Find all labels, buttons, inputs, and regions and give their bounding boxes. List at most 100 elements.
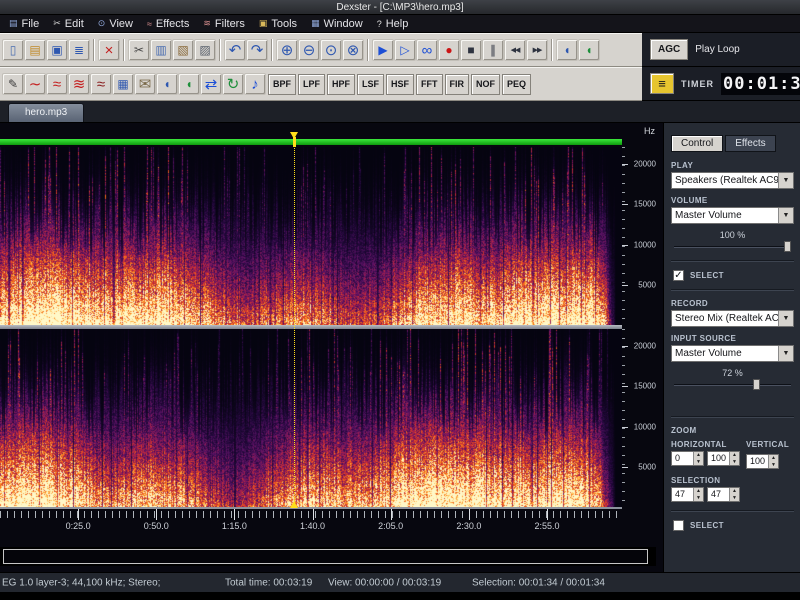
record-input-icon[interactable]: ◖ bbox=[156, 73, 178, 95]
playhead-line[interactable] bbox=[294, 139, 295, 507]
save-all-icon: ≣ bbox=[74, 44, 84, 56]
playhead-marker-bottom[interactable] bbox=[290, 501, 298, 508]
filter-lpf-button[interactable]: LPF bbox=[298, 74, 325, 95]
monitor-icon[interactable]: ◖ bbox=[178, 73, 200, 95]
timeline-ruler[interactable] bbox=[0, 511, 622, 518]
filter-hpf-button[interactable]: HPF bbox=[327, 74, 355, 95]
save-icon[interactable]: ▣ bbox=[46, 39, 68, 61]
timeline-label: 1:40.0 bbox=[300, 521, 325, 531]
filter-bpf-button[interactable]: BPF bbox=[268, 74, 296, 95]
undo-icon[interactable]: ↶ bbox=[224, 39, 246, 61]
menu-view[interactable]: ⊙View bbox=[91, 15, 140, 32]
menu-window[interactable]: ▦Window bbox=[304, 15, 370, 32]
zoom-full-icon[interactable]: ⊗ bbox=[342, 39, 364, 61]
wave-mix-icon: ≋ bbox=[73, 77, 86, 92]
menu-edit[interactable]: ✂Edit bbox=[46, 15, 91, 32]
volume-slider[interactable] bbox=[674, 241, 791, 252]
menu-filters[interactable]: ≋Filters bbox=[196, 15, 252, 32]
speaker-icon[interactable]: ◖ bbox=[556, 39, 578, 61]
new-file-icon[interactable]: ▯ bbox=[2, 39, 24, 61]
scrollbar-thumb[interactable] bbox=[3, 549, 648, 564]
play-icon[interactable]: ▶ bbox=[372, 39, 394, 61]
filter-nof-button[interactable]: NOF bbox=[471, 74, 500, 95]
zoom-in-icon[interactable]: ⊕ bbox=[276, 39, 298, 61]
dropdown-arrow-icon[interactable]: ▼ bbox=[778, 346, 793, 361]
zoom-horizontal-end-spinner[interactable]: 100 ▲▼ bbox=[707, 451, 740, 466]
selection-end-spinner[interactable]: 47 ▲▼ bbox=[707, 487, 740, 502]
equalizer-icon[interactable]: ≡ bbox=[650, 73, 674, 94]
menu-tools[interactable]: ▣Tools bbox=[252, 15, 304, 32]
record-device-select[interactable]: Stereo Mix (Realtek AC97 A ▼ bbox=[671, 310, 794, 327]
status-bar: EG 1.0 layer-3; 44,100 kHz; Stereo; Tota… bbox=[0, 572, 800, 592]
waveform-area[interactable]: Hz 2000015000100005000200001500010000500… bbox=[0, 123, 663, 572]
menu-help[interactable]: ?Help bbox=[370, 15, 416, 32]
stop-icon[interactable]: ■ bbox=[460, 39, 482, 61]
skip-back-icon[interactable]: ◀◀ bbox=[504, 39, 526, 61]
spectrogram-left-channel[interactable] bbox=[0, 147, 622, 325]
redo-icon[interactable]: ↷ bbox=[246, 39, 268, 61]
envelope-icon[interactable]: ✉ bbox=[134, 73, 156, 95]
spin-down-icon[interactable]: ▼ bbox=[730, 459, 739, 466]
paste-icon[interactable]: ▧ bbox=[172, 39, 194, 61]
selection-start-spinner[interactable]: 47 ▲▼ bbox=[671, 487, 704, 502]
spectrogram-right-channel[interactable] bbox=[0, 329, 622, 507]
copy-icon[interactable]: ▥ bbox=[150, 39, 172, 61]
input-source-select[interactable]: Master Volume ▼ bbox=[671, 345, 794, 362]
close-file-icon[interactable]: × bbox=[98, 39, 120, 61]
wave-trim-icon[interactable]: ≈ bbox=[46, 73, 68, 95]
dropdown-arrow-icon[interactable]: ▼ bbox=[778, 208, 793, 223]
zoom-selection-icon[interactable]: ⊙ bbox=[320, 39, 342, 61]
filter-hsf-button[interactable]: HSF bbox=[386, 74, 414, 95]
note-icon[interactable]: ♪ bbox=[244, 73, 266, 95]
filter-fft-button[interactable]: FFT bbox=[416, 74, 443, 95]
filter-lsf-button[interactable]: LSF bbox=[357, 74, 384, 95]
select-selection-checkbox[interactable] bbox=[673, 520, 684, 531]
tab-control[interactable]: Control bbox=[671, 135, 723, 152]
wave-cut-icon[interactable]: ∼ bbox=[24, 73, 46, 95]
horizontal-scrollbar[interactable] bbox=[0, 547, 656, 566]
save-all-icon[interactable]: ≣ bbox=[68, 39, 90, 61]
playhead-marker-top[interactable] bbox=[290, 132, 298, 139]
zoom-out-icon[interactable]: ⊖ bbox=[298, 39, 320, 61]
menu-label: Help bbox=[386, 18, 409, 30]
tab-effects[interactable]: Effects bbox=[725, 135, 775, 152]
dropdown-arrow-icon[interactable]: ▼ bbox=[778, 311, 793, 326]
wave-mix-icon[interactable]: ≋ bbox=[68, 73, 90, 95]
open-folder-icon[interactable]: ▤ bbox=[24, 39, 46, 61]
overview-bar[interactable] bbox=[0, 139, 622, 145]
spin-down-icon[interactable]: ▼ bbox=[769, 462, 778, 469]
skip-forward-icon[interactable]: ▶▶ bbox=[526, 39, 548, 61]
volume-device-select[interactable]: Master Volume ▼ bbox=[671, 207, 794, 224]
pause-icon[interactable]: ∥ bbox=[482, 39, 504, 61]
spin-down-icon[interactable]: ▼ bbox=[694, 495, 703, 502]
input-slider-thumb[interactable] bbox=[753, 379, 760, 390]
agc-button[interactable]: AGC bbox=[650, 39, 688, 60]
select-playback-checkbox[interactable]: ✓ bbox=[673, 270, 684, 281]
stats-icon[interactable]: ▦ bbox=[112, 73, 134, 95]
delete-icon[interactable]: ▨ bbox=[194, 39, 216, 61]
swap-icon[interactable]: ⇄ bbox=[200, 73, 222, 95]
pencil-icon[interactable]: ✎ bbox=[2, 73, 24, 95]
frequency-axis: Hz 2000015000100005000200001500010000500… bbox=[622, 123, 663, 535]
wave-gain-icon[interactable]: ≈ bbox=[90, 73, 112, 95]
play-all-icon[interactable]: ▷ bbox=[394, 39, 416, 61]
spin-down-icon[interactable]: ▼ bbox=[730, 495, 739, 502]
playback-device-select[interactable]: Speakers (Realtek AC97 Au ▼ bbox=[671, 172, 794, 189]
menu-bar: ▤File✂Edit⊙View≈Effects≋Filters▣Tools▦Wi… bbox=[0, 15, 800, 33]
record-icon[interactable]: ● bbox=[438, 39, 460, 61]
volume-slider-thumb[interactable] bbox=[784, 241, 791, 252]
menu-effects[interactable]: ≈Effects bbox=[140, 15, 196, 32]
loop-icon[interactable]: ∞ bbox=[416, 39, 438, 61]
zoom-horizontal-start-spinner[interactable]: 0 ▲▼ bbox=[671, 451, 704, 466]
filter-fir-button[interactable]: FIR bbox=[445, 74, 470, 95]
cut-icon[interactable]: ✂ bbox=[128, 39, 150, 61]
tab-hero-mp3[interactable]: hero.mp3 bbox=[8, 103, 84, 122]
input-slider[interactable] bbox=[674, 379, 791, 390]
filter-peq-button[interactable]: PEQ bbox=[502, 74, 531, 95]
speaker-loud-icon[interactable]: ◖ bbox=[578, 39, 600, 61]
zoom-vertical-spinner[interactable]: 100 ▲▼ bbox=[746, 454, 779, 469]
spin-down-icon[interactable]: ▼ bbox=[694, 459, 703, 466]
refresh-icon[interactable]: ↻ bbox=[222, 73, 244, 95]
dropdown-arrow-icon[interactable]: ▼ bbox=[778, 173, 793, 188]
menu-file[interactable]: ▤File bbox=[2, 15, 46, 32]
